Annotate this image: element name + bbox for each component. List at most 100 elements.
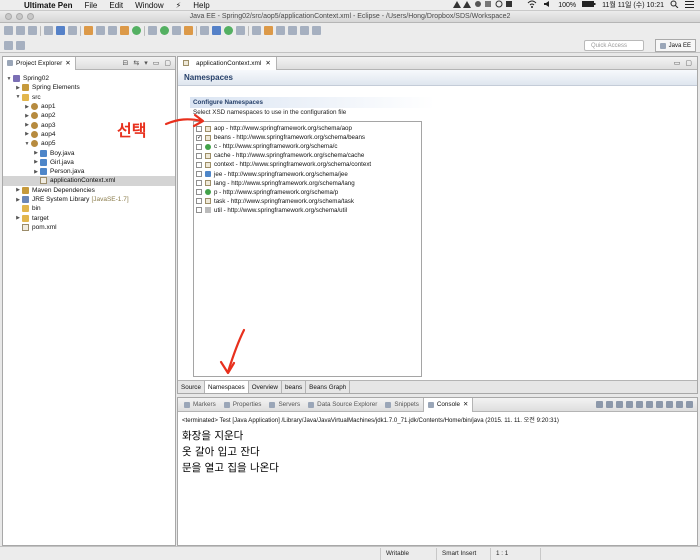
- maximize-icon[interactable]: [686, 401, 693, 408]
- page-tab-beans-graph[interactable]: Beans Graph: [306, 381, 351, 393]
- tree-item[interactable]: ▼ aop5: [3, 139, 175, 148]
- last-edit-icon[interactable]: [288, 26, 297, 35]
- tree-item[interactable]: ▶ aop1: [3, 102, 175, 111]
- minimize-icon[interactable]: ▭: [674, 59, 681, 67]
- tab-data-source-explorer[interactable]: Data Source Explorer: [304, 398, 381, 412]
- annotation-prev-icon[interactable]: [276, 26, 285, 35]
- menu-window[interactable]: Window: [129, 1, 169, 10]
- tree-item[interactable]: ▶ Person.java: [3, 167, 175, 176]
- namespace-checkbox[interactable]: ✓: [196, 134, 202, 141]
- page-tab-beans[interactable]: beans: [282, 381, 307, 393]
- pin-console-icon[interactable]: [646, 401, 653, 408]
- expanded-twisty-icon[interactable]: ▼: [14, 94, 22, 100]
- collapsed-twisty-icon[interactable]: ▶: [23, 122, 31, 128]
- forward-icon[interactable]: [312, 26, 321, 35]
- menu-edit[interactable]: Edit: [103, 1, 129, 10]
- page-tab-source[interactable]: Source: [178, 381, 205, 393]
- namespace-checkbox[interactable]: [196, 198, 202, 205]
- console-output[interactable]: 화장을 지운다 옷 갈아 입고 잔다 문을 열고 집을 나온다: [178, 428, 697, 476]
- menu-help[interactable]: Help: [187, 1, 215, 10]
- app-menu[interactable]: Ultimate Pen: [18, 1, 78, 10]
- collapsed-twisty-icon[interactable]: ▶: [23, 104, 31, 110]
- namespace-row[interactable]: lang - http://www.springframework.org/sc…: [194, 179, 421, 188]
- tree-item[interactable]: ▶ Girl.java: [3, 158, 175, 167]
- collapse-all-icon[interactable]: ⊟: [122, 59, 128, 67]
- namespace-checkbox[interactable]: [196, 189, 202, 196]
- namespace-row[interactable]: jee - http://www.springframework.org/sch…: [194, 169, 421, 178]
- toggle-mark-icon[interactable]: [16, 40, 25, 50]
- tree-item[interactable]: ▶ aop3: [3, 120, 175, 129]
- save-all-icon[interactable]: [28, 26, 37, 35]
- tree-item[interactable]: ▶ aop4: [3, 130, 175, 139]
- save-icon[interactable]: [16, 26, 25, 35]
- tree-item[interactable]: bin: [3, 204, 175, 213]
- collapsed-twisty-icon[interactable]: ▶: [14, 85, 22, 91]
- close-window-button[interactable]: [5, 13, 12, 20]
- maximize-icon[interactable]: ▢: [164, 59, 171, 67]
- tree-item[interactable]: ▼ src: [3, 93, 175, 102]
- namespace-checkbox[interactable]: [196, 207, 202, 214]
- tab-servers[interactable]: Servers: [265, 398, 304, 412]
- notification-center-icon[interactable]: [685, 0, 694, 10]
- collapsed-twisty-icon[interactable]: ▶: [32, 159, 40, 165]
- page-tab-overview[interactable]: Overview: [249, 381, 282, 393]
- tab-console[interactable]: Console ✕: [422, 397, 474, 412]
- new-icon[interactable]: [4, 26, 13, 35]
- tree-item[interactable]: ▶ JRE System Library [JavaSE-1.7]: [3, 195, 175, 204]
- namespace-row[interactable]: context - http://www.springframework.org…: [194, 160, 421, 169]
- tab-project-explorer[interactable]: Project Explorer ✕: [3, 56, 76, 70]
- tree-item[interactable]: ▼ Spring02: [3, 74, 175, 83]
- link-editor-icon[interactable]: ⇆: [133, 59, 139, 67]
- namespace-row[interactable]: task - http://www.springframework.org/sc…: [194, 197, 421, 206]
- collapsed-twisty-icon[interactable]: ▶: [14, 187, 22, 193]
- display-console-icon[interactable]: [656, 401, 663, 408]
- minimize-window-button[interactable]: [16, 13, 23, 20]
- volume-icon[interactable]: [543, 0, 552, 10]
- external-tools-icon[interactable]: [184, 26, 193, 35]
- run-icon[interactable]: [160, 26, 169, 35]
- namespace-checkbox[interactable]: [196, 180, 202, 187]
- remove-all-icon[interactable]: [616, 401, 623, 408]
- new-java-project-icon[interactable]: [200, 26, 209, 35]
- open-type-icon[interactable]: [132, 26, 141, 35]
- close-icon[interactable]: ✕: [463, 401, 468, 408]
- namespace-checkbox[interactable]: [196, 152, 202, 159]
- tree-item[interactable]: ▶ aop2: [3, 111, 175, 120]
- zoom-window-button[interactable]: [27, 13, 34, 20]
- tab-markers[interactable]: Markers: [180, 398, 220, 412]
- tree-item[interactable]: ▶ Boy.java: [3, 148, 175, 157]
- namespace-row[interactable]: cache - http://www.springframework.org/s…: [194, 151, 421, 160]
- maximize-icon[interactable]: ▢: [685, 59, 692, 67]
- clear-console-icon[interactable]: [626, 401, 633, 408]
- minimize-icon[interactable]: [676, 401, 683, 408]
- tray-icons[interactable]: [451, 0, 521, 10]
- minimize-icon[interactable]: ▭: [153, 59, 160, 67]
- close-icon[interactable]: ✕: [65, 59, 70, 67]
- server-icon[interactable]: [56, 26, 65, 35]
- window-icon[interactable]: [96, 26, 105, 35]
- namespace-checkbox[interactable]: [196, 171, 202, 178]
- tree-item[interactable]: ▶ target: [3, 213, 175, 222]
- terminate-icon[interactable]: [596, 401, 603, 408]
- new-class-icon[interactable]: [224, 26, 233, 35]
- open-task-icon[interactable]: [236, 26, 245, 35]
- menu-file[interactable]: File: [78, 1, 103, 10]
- collapsed-twisty-icon[interactable]: ▶: [23, 113, 31, 119]
- bolt-icon[interactable]: ⚡: [170, 1, 188, 10]
- debug-icon[interactable]: [148, 26, 157, 35]
- tree-item[interactable]: applicationContext.xml: [3, 176, 175, 186]
- run-dropdown-icon[interactable]: [172, 26, 181, 35]
- section-title[interactable]: Configure Namespaces: [190, 97, 435, 108]
- tree-item[interactable]: ▶ Maven Dependencies: [3, 186, 175, 195]
- namespace-row[interactable]: util - http://www.springframework.org/sc…: [194, 206, 421, 215]
- namespace-checkbox[interactable]: [196, 161, 202, 168]
- collapsed-twisty-icon[interactable]: ▶: [14, 197, 22, 203]
- namespace-checkbox[interactable]: [196, 125, 202, 132]
- tab-snippets[interactable]: Snippets: [381, 398, 423, 412]
- namespace-row[interactable]: aop - http://www.springframework.org/sch…: [194, 124, 421, 133]
- remove-launch-icon[interactable]: [606, 401, 613, 408]
- collapsed-twisty-icon[interactable]: ▶: [23, 131, 31, 137]
- expanded-twisty-icon[interactable]: ▼: [5, 76, 13, 82]
- battery-icon[interactable]: [582, 0, 596, 10]
- perspective-java-ee[interactable]: Java EE: [654, 39, 696, 52]
